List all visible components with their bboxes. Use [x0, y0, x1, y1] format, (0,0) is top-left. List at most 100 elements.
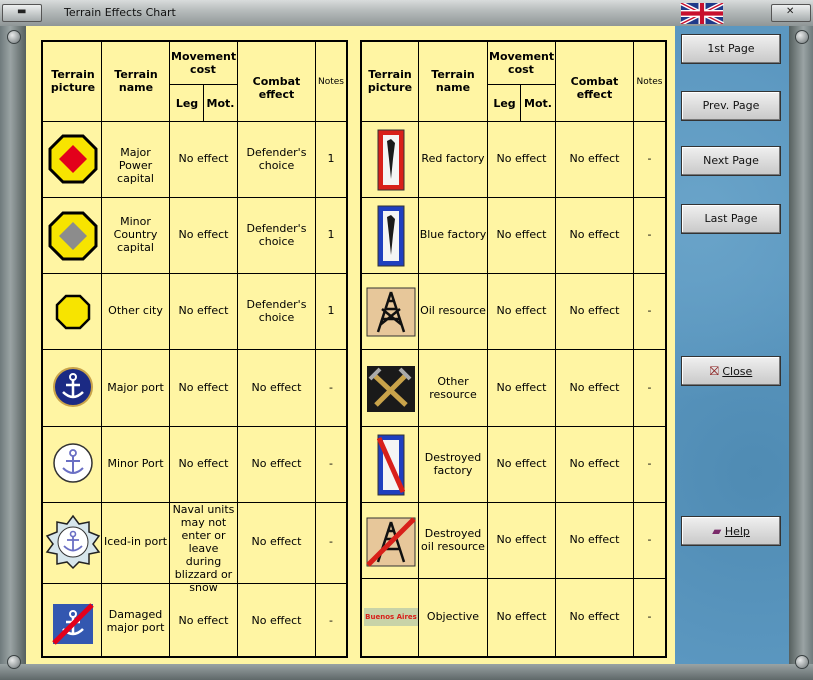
rivet — [7, 655, 21, 669]
header-picture: Terrain picture — [367, 68, 413, 94]
terrain-name: Other resource — [429, 375, 477, 401]
combat-effect: No effect — [569, 228, 620, 241]
first-page-button[interactable]: 1st Page — [681, 34, 781, 64]
notes: 1 — [327, 228, 335, 241]
terrain-name: Minor Country capital — [113, 215, 158, 254]
combat-effect: No effect — [569, 304, 620, 317]
notes: - — [647, 610, 652, 623]
right-frame — [789, 26, 813, 664]
objective-icon: Buenos Aires — [364, 608, 418, 626]
header-notes: Notes — [636, 77, 663, 87]
movement-cost: No effect — [178, 457, 229, 470]
movement-cost: No effect — [496, 304, 547, 317]
help-label: Help — [724, 525, 750, 538]
movement-cost: No effect — [178, 614, 229, 627]
combat-effect: No effect — [569, 610, 620, 623]
movement-cost: No effect — [496, 381, 547, 394]
navigation-sidebar: 1st Page Prev. Page Next Page Last Page … — [675, 26, 789, 664]
notes: - — [329, 381, 333, 394]
terrain-effects-window: ▬ Terrain Effects Chart ✕ Terrain pictur… — [0, 0, 813, 680]
close-icon: ⛝ — [709, 364, 719, 378]
iced-port-icon — [45, 514, 101, 570]
terrain-name: Red factory — [421, 152, 485, 165]
major-capital-icon — [48, 134, 98, 184]
movement-cost: No effect — [496, 228, 547, 241]
notes: - — [647, 381, 652, 394]
minor-capital-icon — [48, 211, 98, 261]
combat-effect: No effect — [569, 152, 620, 165]
notes: - — [647, 457, 652, 470]
city-icon — [55, 294, 91, 330]
header-name: Terrain name — [431, 68, 475, 94]
terrain-table-left: Terrain picture Terrain name Movement co… — [41, 40, 348, 658]
major-port-icon — [53, 367, 93, 407]
header-name: Terrain name — [114, 68, 158, 94]
combat-effect: No effect — [251, 614, 302, 627]
title-bar[interactable]: ▬ Terrain Effects Chart ✕ — [0, 0, 813, 27]
header-movement: Movement cost — [171, 50, 237, 76]
movement-cost: Naval units may not enter or leave durin… — [172, 503, 235, 594]
chart-area: Terrain picture Terrain name Movement co… — [26, 26, 675, 664]
terrain-name: Oil resource — [420, 304, 486, 317]
rivet — [795, 30, 809, 44]
notes: - — [329, 614, 333, 627]
destroyed-factory-icon — [377, 434, 405, 496]
objective-label: Buenos Aires — [365, 613, 417, 621]
notes: - — [329, 457, 333, 470]
bottom-frame — [0, 664, 813, 680]
header-mot: Mot. — [206, 97, 235, 110]
help-icon: ▰ — [712, 524, 722, 538]
combat-effect: No effect — [569, 381, 620, 394]
header-leg: Leg — [493, 97, 516, 110]
header-mot: Mot. — [524, 97, 552, 110]
movement-cost: No effect — [178, 381, 229, 394]
last-page-button[interactable]: Last Page — [681, 204, 781, 234]
movement-cost: No effect — [496, 610, 547, 623]
movement-cost: No effect — [496, 152, 547, 165]
left-frame — [0, 26, 26, 664]
damaged-port-icon — [52, 603, 94, 645]
header-picture: Terrain picture — [50, 68, 96, 94]
terrain-name: Destroyed oil resource — [421, 527, 485, 553]
oil-icon — [366, 287, 416, 337]
destroyed-oil-icon — [366, 517, 416, 567]
header-movement: Movement cost — [489, 50, 555, 76]
terrain-table-right: Terrain picture Terrain name Movement co… — [360, 40, 667, 658]
terrain-name: Destroyed factory — [424, 451, 482, 477]
movement-cost: No effect — [496, 457, 547, 470]
combat-effect: Defender's choice — [246, 222, 307, 248]
help-button[interactable]: ▰ Help — [681, 516, 781, 546]
movement-cost: No effect — [496, 533, 547, 546]
next-page-button[interactable]: Next Page — [681, 146, 781, 176]
minor-port-icon — [53, 443, 93, 483]
combat-effect: No effect — [251, 457, 302, 470]
notes: - — [647, 304, 652, 317]
terrain-name: Major Power capital — [117, 146, 154, 185]
prev-page-button[interactable]: Prev. Page — [681, 91, 781, 121]
uk-flag-icon — [680, 3, 724, 24]
combat-effect: No effect — [251, 381, 302, 394]
close-window-button[interactable]: ✕ — [771, 4, 811, 22]
combat-effect: Defender's choice — [246, 146, 307, 172]
terrain-name: Iced-in port — [103, 535, 168, 548]
header-notes: Notes — [318, 77, 344, 87]
close-label: Close — [722, 365, 753, 378]
header-combat: Combat effect — [570, 75, 619, 101]
notes: 1 — [327, 304, 335, 317]
notes: 1 — [327, 152, 335, 165]
red-factory-icon — [377, 129, 405, 191]
movement-cost: No effect — [178, 304, 229, 317]
rivet — [7, 30, 21, 44]
resource-icon — [367, 366, 415, 412]
minimize-button[interactable]: ▬ — [2, 4, 42, 22]
movement-cost: No effect — [178, 152, 229, 165]
header-leg: Leg — [175, 97, 199, 110]
blue-factory-icon — [377, 205, 405, 267]
rivet — [795, 655, 809, 669]
terrain-name: Blue factory — [419, 228, 487, 241]
terrain-name: Minor Port — [107, 457, 164, 470]
header-combat: Combat effect — [252, 75, 301, 101]
terrain-name: Objective — [426, 610, 480, 623]
combat-effect: No effect — [251, 535, 302, 548]
close-button[interactable]: ⛝ Close — [681, 356, 781, 386]
